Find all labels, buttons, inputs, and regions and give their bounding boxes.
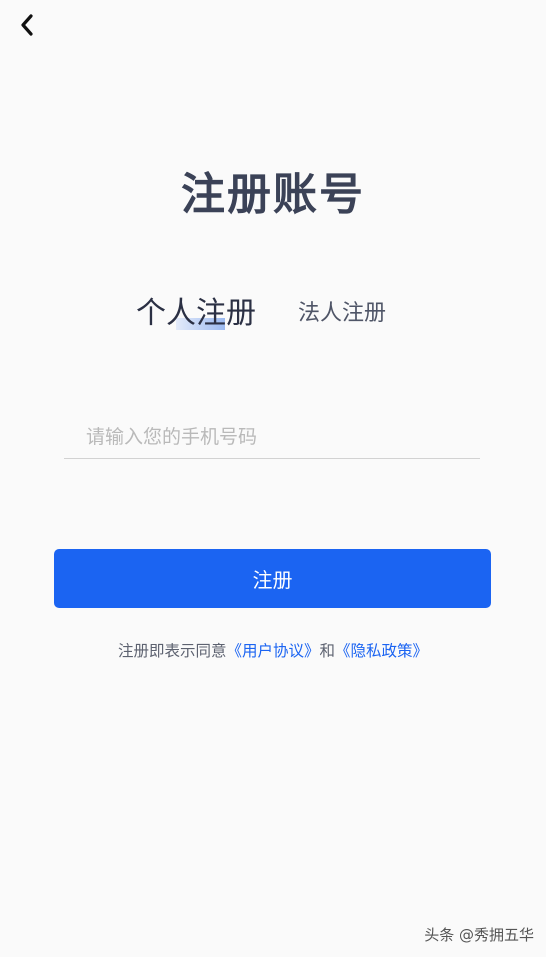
agreement-prefix: 注册即表示同意 [117,642,227,660]
agreement-text: 注册即表示同意《用户协议》和《隐私政策》 [0,639,546,661]
chevron-left-icon [21,14,33,36]
user-agreement-link[interactable]: 《用户协议》 [226,642,319,660]
phone-number-input[interactable] [64,416,480,459]
tab-personal-label: 个人注册 [136,296,256,331]
back-button[interactable] [12,10,42,40]
page-title: 注册账号 [181,169,365,220]
privacy-policy-link[interactable]: 《隐私政策》 [335,642,428,660]
tab-legal-register[interactable]: 法人注册 [298,295,386,327]
register-page: 注册账号 个人注册 法人注册 注册 注册即表示同意《用户协议》和《隐私政策》 头… [0,0,546,957]
agreement-conjunction: 和 [319,642,336,660]
watermark: 头条 @秀拥五华 [424,926,534,944]
register-button[interactable]: 注册 [54,549,491,608]
tab-personal-register[interactable]: 个人注册 [136,288,256,332]
